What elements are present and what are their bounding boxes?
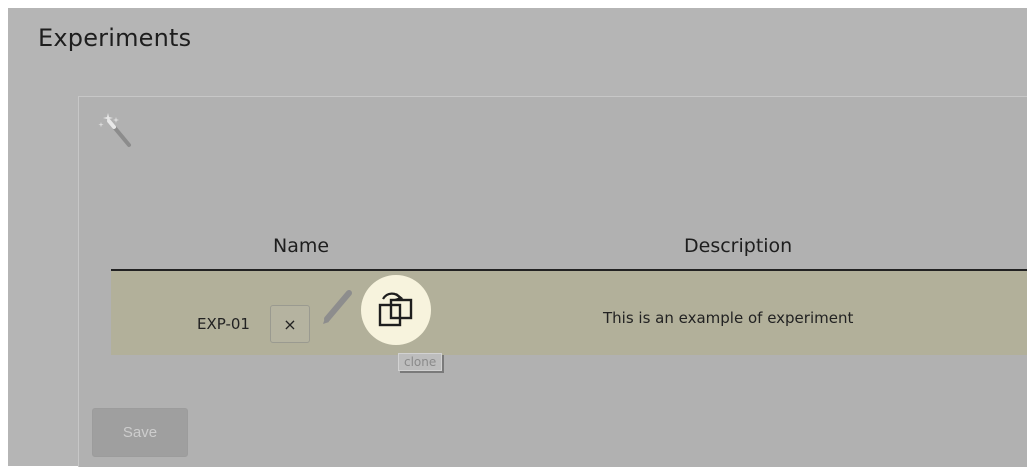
clone-button[interactable] [361,275,431,345]
delete-button[interactable]: × [270,305,310,343]
page-title: Experiments [38,24,192,52]
pencil-icon[interactable] [319,285,359,327]
clone-tooltip: clone [398,353,443,371]
save-button[interactable]: Save [92,408,188,457]
table-row[interactable]: EXP-01 × This is an example of experimen… [111,271,1027,355]
experiments-page: Experiments Name Description EXP-01 × Th… [8,8,1027,467]
magic-wand-icon[interactable] [97,112,137,148]
close-icon: × [283,314,297,334]
column-header-description[interactable]: Description [684,235,792,257]
table-header: Name Description [111,235,1027,271]
experiments-table: Name Description EXP-01 × This is an exa… [111,235,1027,355]
experiment-description-cell: This is an example of experiment [603,309,854,327]
column-header-name[interactable]: Name [273,235,329,257]
experiments-panel: Name Description EXP-01 × This is an exa… [78,96,1027,467]
experiment-name-cell: EXP-01 [197,315,250,333]
clone-icon [378,292,413,327]
